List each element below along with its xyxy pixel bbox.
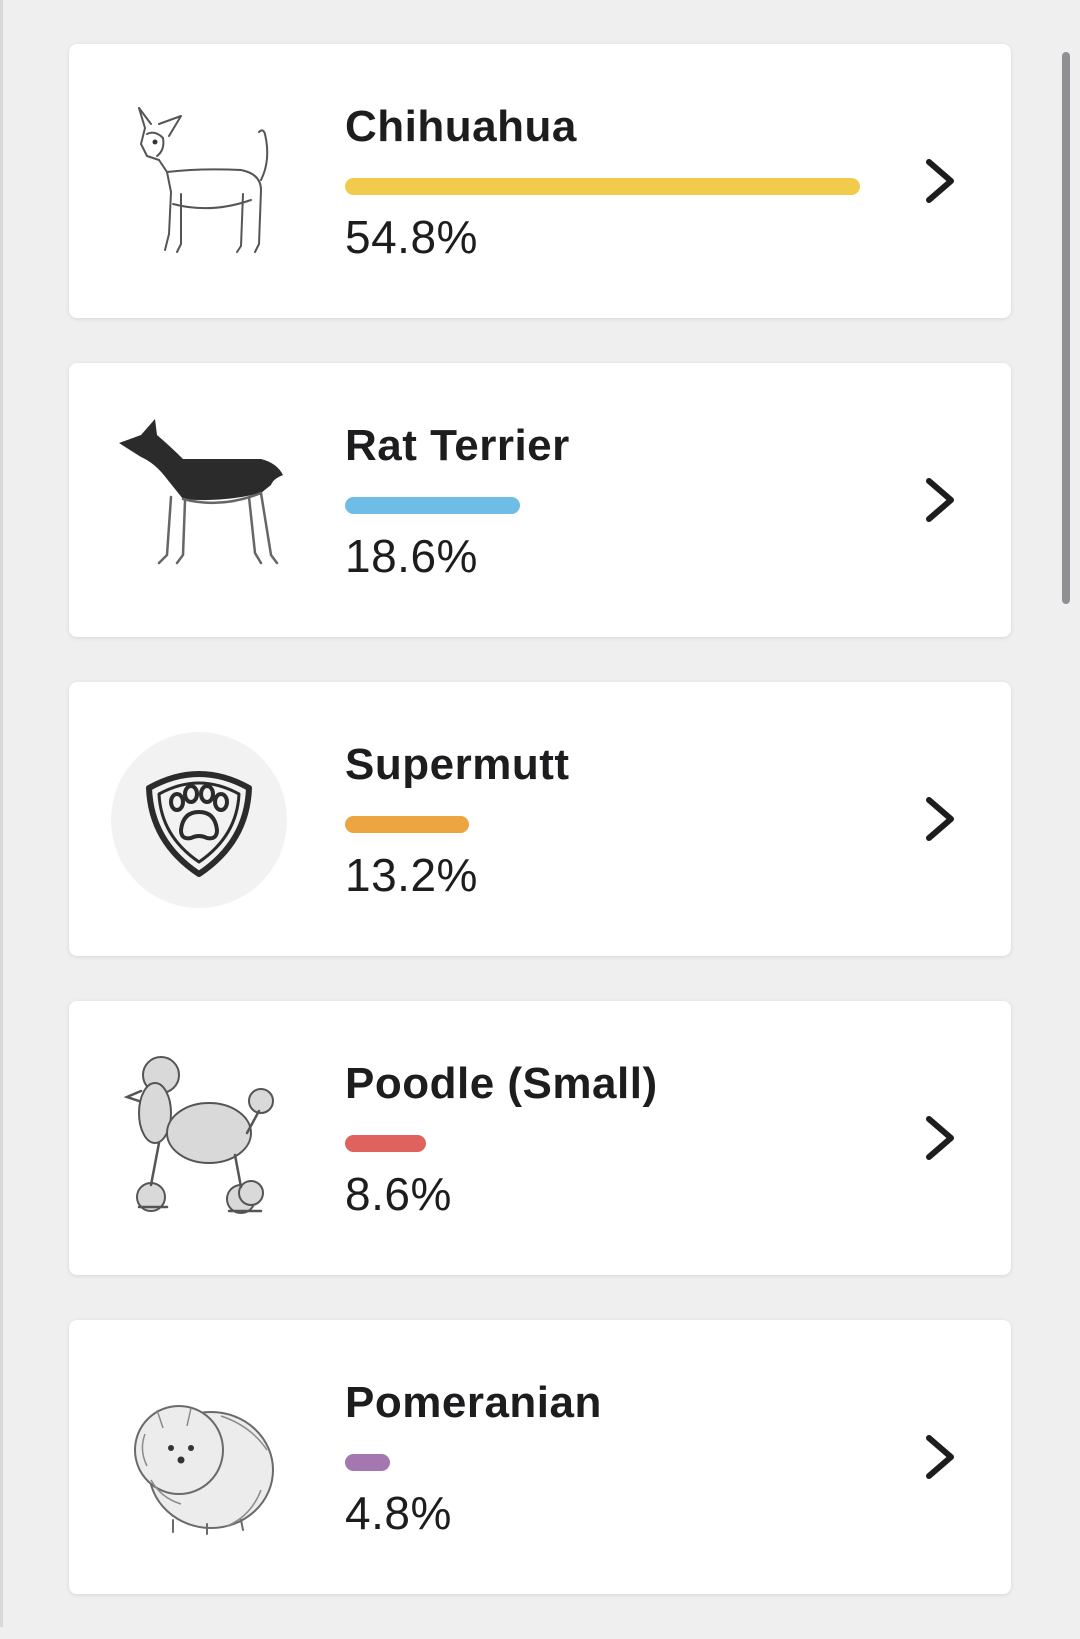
chevron-right-icon[interactable] — [911, 790, 969, 848]
poodle-icon — [111, 1051, 287, 1227]
breed-percent: 13.2% — [345, 849, 478, 901]
breed-card-rat-terrier[interactable]: Rat Terrier 18.6% — [69, 363, 1011, 637]
chevron-right-icon[interactable] — [911, 1428, 969, 1486]
breed-percent: 18.6% — [345, 530, 478, 582]
breed-name: Supermutt — [345, 740, 570, 789]
breed-percent-bar — [345, 178, 860, 195]
paw-shield-icon — [111, 732, 287, 908]
scrollbar[interactable] — [1062, 0, 1070, 1627]
breed-card-poodle-small[interactable]: Poodle (Small) 8.6% — [69, 1001, 1011, 1275]
breed-card-chihuahua[interactable]: Chihuahua 54.8% — [69, 44, 1011, 318]
breed-percent-bar — [345, 1135, 426, 1152]
chevron-right-icon[interactable] — [911, 471, 969, 529]
breed-card-supermutt[interactable]: Supermutt 13.2% — [69, 682, 1011, 956]
rat-terrier-icon — [111, 413, 287, 589]
breed-percent: 54.8% — [345, 211, 478, 263]
left-divider — [0, 0, 3, 1627]
chevron-right-icon[interactable] — [911, 1109, 969, 1167]
breed-card-pomeranian[interactable]: Pomeranian 4.8% — [69, 1320, 1011, 1594]
breed-list: Chihuahua 54.8% Rat Terrier 18.6% Superm… — [69, 44, 1011, 1639]
breed-name: Chihuahua — [345, 102, 577, 151]
breed-name: Poodle (Small) — [345, 1059, 658, 1108]
scrollbar-thumb[interactable] — [1062, 52, 1070, 604]
pomeranian-icon — [111, 1370, 287, 1546]
chevron-right-icon[interactable] — [911, 152, 969, 210]
breed-name: Rat Terrier — [345, 421, 570, 470]
breed-percent: 8.6% — [345, 1168, 452, 1220]
breed-name: Pomeranian — [345, 1378, 602, 1427]
chihuahua-icon — [111, 94, 287, 270]
breed-percent-bar — [345, 816, 469, 833]
breed-percent-bar — [345, 497, 520, 514]
breed-percent-bar — [345, 1454, 390, 1471]
breed-percent: 4.8% — [345, 1487, 452, 1539]
